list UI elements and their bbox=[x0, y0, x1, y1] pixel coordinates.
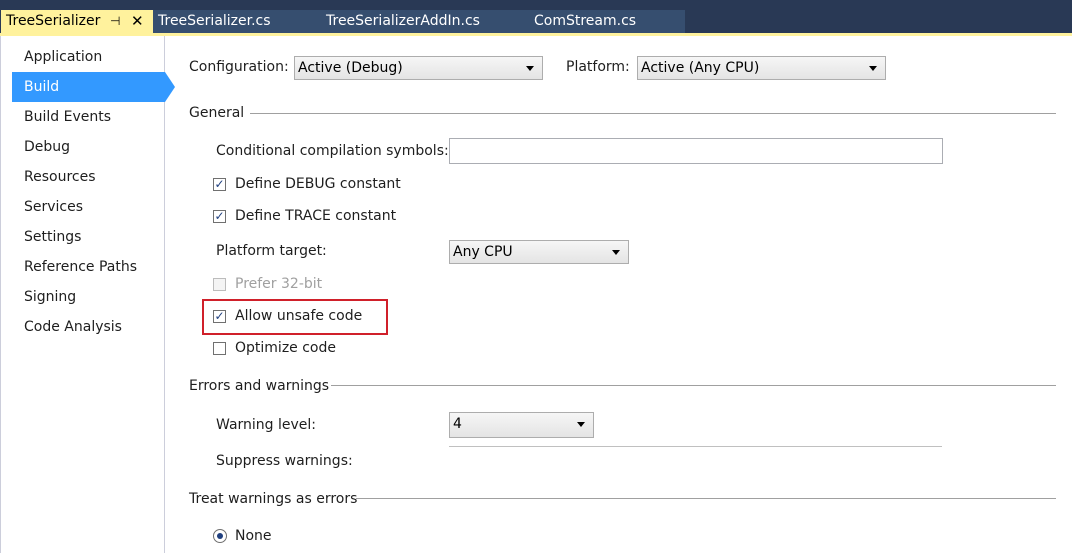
sidebar-item-services[interactable]: Services bbox=[12, 192, 165, 222]
sidebar-item-settings[interactable]: Settings bbox=[12, 222, 165, 252]
define-debug-checkbox[interactable]: ✓ bbox=[213, 178, 226, 191]
platform-dropdown[interactable]: Active (Any CPU) bbox=[637, 56, 886, 80]
sidebar-item-application[interactable]: Application bbox=[12, 42, 165, 72]
tab-label: ComStream.cs bbox=[534, 13, 637, 29]
radio-dot-icon bbox=[217, 533, 223, 539]
treat-none-radio[interactable] bbox=[213, 529, 227, 543]
configuration-label: Configuration: bbox=[189, 59, 289, 75]
configuration-value: Active (Debug) bbox=[298, 60, 403, 76]
sidebar-item-signing[interactable]: Signing bbox=[12, 282, 165, 312]
conditional-symbols-input[interactable] bbox=[449, 138, 943, 164]
warning-separator bbox=[449, 446, 942, 447]
sidebar-item-reference-paths[interactable]: Reference Paths bbox=[12, 252, 165, 282]
warning-level-dropdown[interactable]: 4 bbox=[449, 412, 594, 438]
suppress-warnings-label: Suppress warnings: bbox=[216, 453, 353, 469]
tab-label: TreeSerializer.cs bbox=[158, 13, 271, 29]
close-icon[interactable]: ✕ bbox=[131, 10, 144, 33]
platform-value: Active (Any CPU) bbox=[641, 60, 760, 76]
section-divider bbox=[356, 498, 1056, 499]
section-divider bbox=[250, 113, 1056, 114]
platform-label: Platform: bbox=[566, 59, 630, 75]
platform-target-dropdown[interactable]: Any CPU bbox=[449, 240, 629, 264]
define-debug-label: Define DEBUG constant bbox=[235, 176, 401, 192]
section-title-treat-warnings: Treat warnings as errors bbox=[189, 491, 358, 507]
platform-target-value: Any CPU bbox=[453, 244, 513, 260]
sidebar-item-build-events[interactable]: Build Events bbox=[12, 102, 165, 132]
tab-treeserializer[interactable]: TreeSerializer ⊣ ✕ bbox=[1, 10, 153, 33]
chevron-down-icon bbox=[577, 422, 585, 427]
conditional-symbols-label: Conditional compilation symbols: bbox=[216, 143, 449, 159]
sidebar-item-code-analysis[interactable]: Code Analysis bbox=[12, 312, 165, 342]
pin-icon[interactable]: ⊣ bbox=[110, 10, 120, 33]
define-trace-checkbox[interactable]: ✓ bbox=[213, 210, 226, 223]
configuration-dropdown[interactable]: Active (Debug) bbox=[294, 56, 543, 80]
sidebar-item-build[interactable]: Build bbox=[12, 72, 175, 102]
section-title-errors: Errors and warnings bbox=[189, 378, 330, 394]
allow-unsafe-label: Allow unsafe code bbox=[235, 308, 363, 324]
sidebar-item-debug[interactable]: Debug bbox=[12, 132, 165, 162]
tab-label: TreeSerializer bbox=[6, 13, 101, 29]
optimize-code-label: Optimize code bbox=[235, 340, 336, 356]
treat-none-label: None bbox=[235, 528, 272, 544]
chevron-down-icon bbox=[869, 66, 877, 71]
sidebar: Application Build Build Events Debug Res… bbox=[0, 36, 175, 553]
tab-comstream-cs[interactable]: ComStream.cs bbox=[534, 10, 637, 33]
warning-level-label: Warning level: bbox=[216, 417, 317, 433]
section-title-general: General bbox=[189, 105, 245, 121]
define-trace-label: Define TRACE constant bbox=[235, 208, 397, 224]
sidebar-item-resources[interactable]: Resources bbox=[12, 162, 165, 192]
section-divider bbox=[331, 385, 1056, 386]
prefer-32bit-checkbox bbox=[213, 278, 226, 291]
tab-treeserializeraddin-cs[interactable]: TreeSerializerAddIn.cs bbox=[326, 10, 480, 33]
tab-treeserializer-cs[interactable]: TreeSerializer.cs bbox=[158, 10, 271, 33]
tab-label: TreeSerializerAddIn.cs bbox=[326, 13, 480, 29]
chevron-down-icon bbox=[612, 250, 620, 255]
chevron-down-icon bbox=[526, 66, 534, 71]
platform-target-label: Platform target: bbox=[216, 243, 327, 259]
optimize-code-checkbox[interactable] bbox=[213, 342, 226, 355]
prefer-32bit-label: Prefer 32-bit bbox=[235, 276, 323, 292]
warning-level-value: 4 bbox=[453, 416, 462, 432]
allow-unsafe-checkbox[interactable]: ✓ bbox=[213, 310, 226, 323]
